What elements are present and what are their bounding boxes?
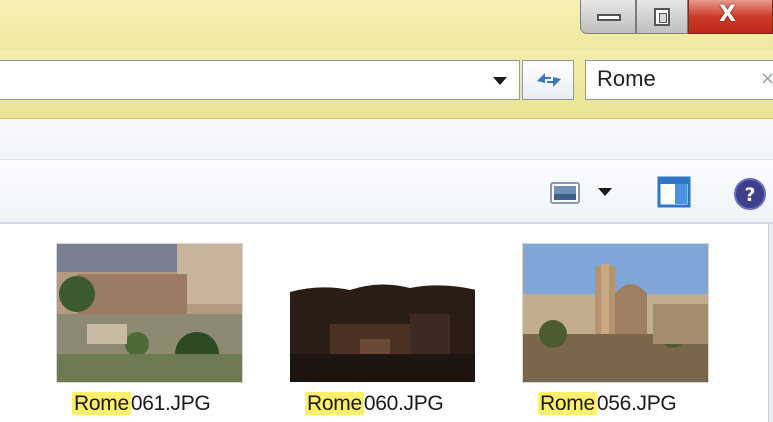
change-view-icon[interactable]	[550, 181, 582, 205]
file-name-rest: 061.JPG	[130, 392, 211, 415]
view-menu-chevron[interactable]	[598, 188, 612, 198]
preview-pane-icon[interactable]	[657, 176, 693, 208]
refresh-arrows-icon	[537, 73, 561, 87]
file-name-rest: 056.JPG	[596, 392, 677, 415]
clear-search-icon[interactable]: ×	[760, 68, 773, 89]
maximize-button[interactable]	[636, 0, 688, 34]
file-name-rest: 060.JPG	[363, 392, 444, 415]
chevron-down-icon[interactable]	[489, 69, 511, 91]
address-bar[interactable]	[0, 60, 520, 100]
search-highlight: Rome	[305, 392, 364, 415]
close-icon: X	[719, 2, 736, 27]
svg-text:?: ?	[744, 184, 755, 206]
search-highlight: Rome	[72, 392, 131, 415]
file-name[interactable]: Rome061.JPG	[72, 392, 211, 416]
close-button[interactable]: X	[688, 0, 773, 34]
file-thumbnail[interactable]	[522, 243, 709, 383]
restore-icon	[654, 8, 670, 26]
refresh-button[interactable]	[522, 60, 574, 100]
minimize-button[interactable]	[580, 0, 636, 34]
search-highlight: Rome	[538, 392, 597, 415]
search-value: Rome	[597, 66, 656, 91]
scrollbar[interactable]	[768, 224, 773, 422]
file-thumbnail[interactable]	[56, 243, 243, 383]
window-controls: X	[580, 0, 773, 38]
minimize-icon	[597, 14, 621, 21]
file-name[interactable]: Rome056.JPG	[538, 392, 677, 416]
help-icon[interactable]: ?	[732, 176, 768, 212]
file-name[interactable]: Rome060.JPG	[305, 392, 444, 416]
menu-band	[0, 119, 773, 160]
file-thumbnail[interactable]	[289, 243, 476, 383]
